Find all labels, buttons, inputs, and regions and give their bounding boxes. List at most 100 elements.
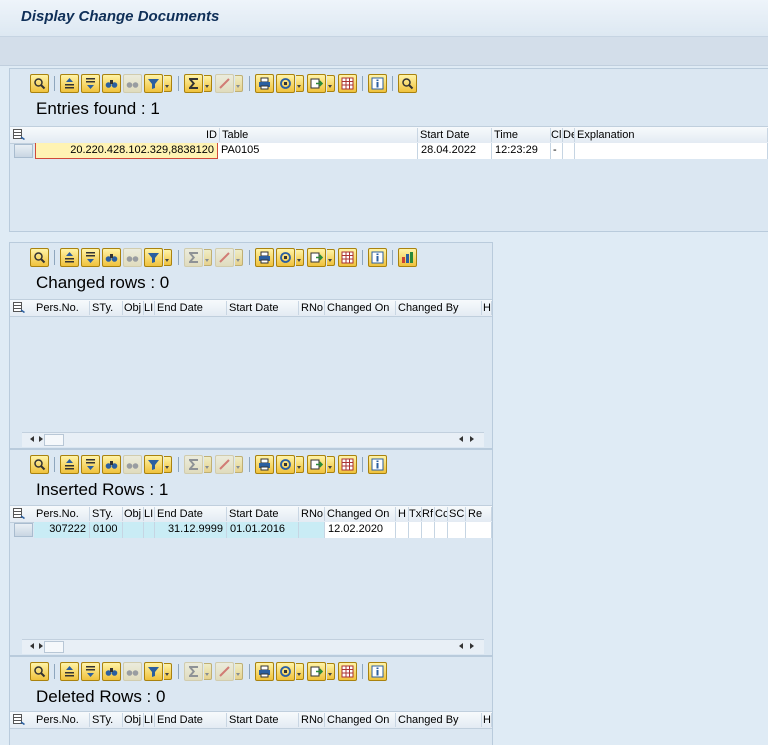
- print-button[interactable]: [255, 73, 274, 93]
- find-button[interactable]: [102, 247, 121, 267]
- total-button[interactable]: [184, 661, 203, 681]
- col-obj[interactable]: Obj: [123, 713, 144, 727]
- row-selector[interactable]: [14, 523, 33, 537]
- col-time[interactable]: Time: [492, 128, 551, 142]
- sort-descending-button[interactable]: [81, 247, 100, 267]
- col-end-date[interactable]: End Date: [155, 713, 227, 727]
- filter-button[interactable]: [144, 454, 163, 474]
- subtotal-dropdown[interactable]: [235, 74, 243, 92]
- total-dropdown[interactable]: [204, 662, 212, 680]
- details-button[interactable]: [30, 661, 49, 681]
- views-button[interactable]: [276, 454, 295, 474]
- scroll-left-arrow-end[interactable]: [459, 643, 463, 649]
- horizontal-scrollbar[interactable]: [22, 432, 484, 447]
- layout-button[interactable]: [338, 661, 357, 681]
- print-button[interactable]: [255, 454, 274, 474]
- col-h[interactable]: H: [482, 301, 492, 315]
- total-dropdown[interactable]: [204, 455, 212, 473]
- cell-start-date[interactable]: 01.01.2016: [227, 522, 299, 538]
- views-button[interactable]: [276, 661, 295, 681]
- layout-button[interactable]: [338, 247, 357, 267]
- col-changed-on[interactable]: Changed On: [325, 301, 396, 315]
- col-explanation[interactable]: Explanation: [575, 128, 768, 142]
- col-rf[interactable]: Rf: [422, 507, 435, 521]
- column-layout-icon[interactable]: [13, 302, 25, 313]
- column-layout-icon[interactable]: [13, 714, 25, 725]
- find-button[interactable]: [102, 454, 121, 474]
- views-dropdown[interactable]: [296, 248, 304, 266]
- export-button[interactable]: [307, 73, 326, 93]
- scroll-left-arrow[interactable]: [30, 643, 34, 649]
- sort-ascending-button[interactable]: [60, 661, 79, 681]
- col-li[interactable]: LI: [144, 507, 155, 521]
- find-button[interactable]: [102, 73, 121, 93]
- col-re[interactable]: Re: [466, 507, 492, 521]
- scroll-right-arrow-end[interactable]: [470, 643, 474, 649]
- col-changed-by[interactable]: Changed By: [396, 713, 482, 727]
- sort-ascending-button[interactable]: [60, 73, 79, 93]
- col-end-date[interactable]: End Date: [155, 507, 227, 521]
- total-button[interactable]: [184, 454, 203, 474]
- find-next-button[interactable]: [123, 661, 142, 681]
- cell-pers-no[interactable]: 307222: [34, 522, 90, 538]
- info-button[interactable]: [368, 73, 387, 93]
- details-button[interactable]: [30, 454, 49, 474]
- export-dropdown[interactable]: [327, 455, 335, 473]
- filter-dropdown[interactable]: [164, 248, 172, 266]
- scroll-right-arrow[interactable]: [39, 643, 43, 649]
- scroll-right-arrow[interactable]: [39, 436, 43, 442]
- total-button[interactable]: [184, 247, 203, 267]
- col-rno[interactable]: RNo: [299, 713, 325, 727]
- filter-dropdown[interactable]: [164, 455, 172, 473]
- scroll-thumb[interactable]: [44, 641, 64, 653]
- cell-time[interactable]: 12:23:29: [492, 143, 551, 159]
- views-dropdown[interactable]: [296, 74, 304, 92]
- col-pers-no[interactable]: Pers.No.: [34, 301, 90, 315]
- scroll-left-arrow[interactable]: [30, 436, 34, 442]
- export-button[interactable]: [307, 454, 326, 474]
- cell-sc[interactable]: [448, 522, 466, 538]
- col-h[interactable]: H: [482, 713, 492, 727]
- table-row[interactable]: 307222 0100 31.12.9999 01.01.2016 12.02.…: [10, 522, 492, 538]
- details-button[interactable]: [30, 73, 49, 93]
- scroll-thumb[interactable]: [44, 434, 64, 446]
- col-id[interactable]: ID: [34, 128, 220, 142]
- col-sty[interactable]: STy.: [90, 713, 123, 727]
- sort-descending-button[interactable]: [81, 73, 100, 93]
- subtotal-button[interactable]: [215, 247, 234, 267]
- cell-obj[interactable]: [123, 522, 144, 538]
- print-button[interactable]: [255, 661, 274, 681]
- cell-cli[interactable]: -: [551, 143, 563, 159]
- sort-descending-button[interactable]: [81, 661, 100, 681]
- col-sc[interactable]: SC: [448, 507, 466, 521]
- filter-button[interactable]: [144, 247, 163, 267]
- col-rno[interactable]: RNo: [299, 301, 325, 315]
- col-pers-no[interactable]: Pers.No.: [34, 713, 90, 727]
- col-rno[interactable]: RNo: [299, 507, 325, 521]
- col-tx[interactable]: Tx: [409, 507, 422, 521]
- find-next-button[interactable]: [123, 247, 142, 267]
- col-li[interactable]: LI: [144, 713, 155, 727]
- cell-explanation[interactable]: [575, 143, 768, 159]
- col-pers-no[interactable]: Pers.No.: [34, 507, 90, 521]
- export-dropdown[interactable]: [327, 662, 335, 680]
- col-cc[interactable]: Cc: [435, 507, 448, 521]
- cell-re[interactable]: [466, 522, 492, 538]
- views-button[interactable]: [276, 73, 295, 93]
- col-end-date[interactable]: End Date: [155, 301, 227, 315]
- graphic-button[interactable]: [398, 247, 417, 267]
- views-dropdown[interactable]: [296, 662, 304, 680]
- export-dropdown[interactable]: [327, 74, 335, 92]
- col-changed-by[interactable]: Changed By: [396, 301, 482, 315]
- col-de[interactable]: De: [563, 128, 575, 142]
- col-start-date[interactable]: Start Date: [418, 128, 492, 142]
- layout-button[interactable]: [338, 454, 357, 474]
- find-next-button[interactable]: [123, 454, 142, 474]
- export-button[interactable]: [307, 661, 326, 681]
- col-start-date[interactable]: Start Date: [227, 713, 299, 727]
- column-layout-icon[interactable]: [13, 129, 25, 140]
- export-button[interactable]: [307, 247, 326, 267]
- subtotal-dropdown[interactable]: [235, 248, 243, 266]
- sort-ascending-button[interactable]: [60, 454, 79, 474]
- total-dropdown[interactable]: [204, 74, 212, 92]
